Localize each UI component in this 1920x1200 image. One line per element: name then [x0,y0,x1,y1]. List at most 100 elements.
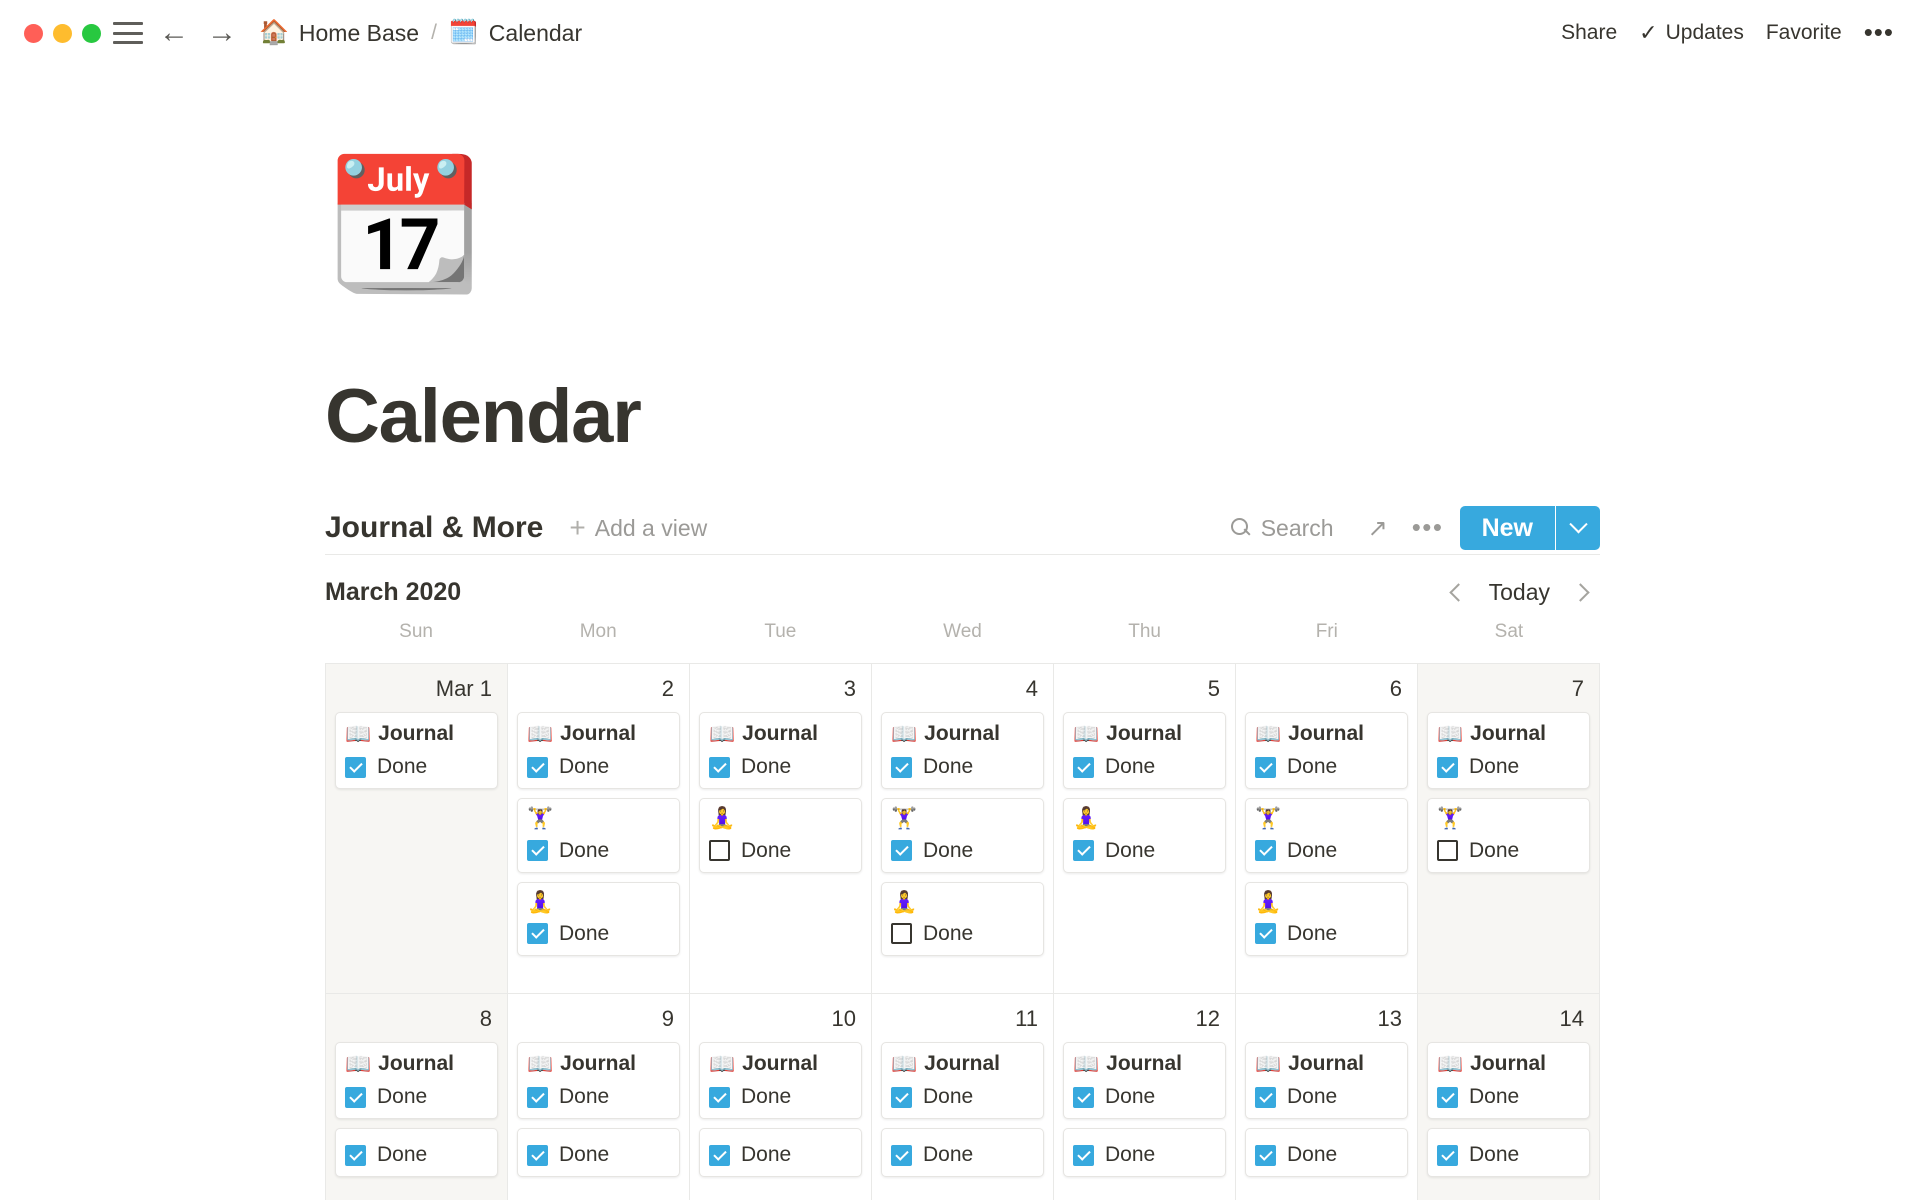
minimize-window-button[interactable] [53,23,72,43]
checkbox-unchecked-icon[interactable] [891,923,912,945]
new-button[interactable]: New [1459,506,1555,550]
more-options-icon[interactable]: ••• [1864,20,1894,45]
calendar-day-cell[interactable]: 8 📖 Journal Done Done [326,994,508,1200]
checkbox-checked-icon[interactable] [1255,1144,1276,1166]
calendar-event-card[interactable]: 📖 Journal Done [335,712,498,790]
checkbox-checked-icon[interactable] [1073,1144,1094,1166]
checkbox-checked-icon[interactable] [891,840,912,862]
checkbox-checked-icon[interactable] [345,756,366,778]
add-view-button[interactable]: + Add a view [569,514,707,542]
checkbox-checked-icon[interactable] [345,1144,366,1166]
search-button[interactable]: Search [1230,515,1334,542]
calendar-day-cell[interactable]: 3 📖 Journal Done 🧘‍♀️ Done [690,664,872,994]
calendar-day-cell[interactable]: 2 📖 Journal Done 🏋️‍♀️ Done 🧘‍♀️ Done [508,664,690,994]
calendar-event-card[interactable]: 🧘‍♀️ Done [1245,881,1408,956]
checkbox-checked-icon[interactable] [1437,756,1458,778]
calendar-event-card[interactable]: Done [1245,1128,1408,1178]
view-more-options-icon[interactable]: ••• [1406,508,1450,548]
close-window-button[interactable] [24,23,43,43]
calendar-day-cell[interactable]: 4 📖 Journal Done 🏋️‍♀️ Done 🧘‍♀️ Done [872,664,1054,994]
checkbox-checked-icon[interactable] [1073,840,1094,862]
calendar-day-cell[interactable]: 11 📖 Journal Done Done [872,994,1054,1200]
event-title: 🧘‍♀️ [709,806,852,831]
calendar-event-card[interactable]: 🏋️‍♀️ Done [1245,798,1408,873]
share-button[interactable]: Share [1561,21,1617,45]
done-label: Done [1469,1085,1520,1109]
calendar-event-card[interactable]: 📖 Journal Done [335,1042,498,1120]
checkbox-checked-icon[interactable] [891,1144,912,1166]
checkbox-checked-icon[interactable] [1255,923,1276,945]
checkbox-checked-icon[interactable] [527,1144,548,1166]
calendar-event-card[interactable]: 📖 Journal Done [881,712,1044,790]
calendar-event-card[interactable]: 🧘‍♀️ Done [881,881,1044,956]
calendar-event-card[interactable]: 📖 Journal Done [699,712,862,790]
checkbox-checked-icon[interactable] [1437,1086,1458,1108]
checkbox-checked-icon[interactable] [527,756,548,778]
checkbox-checked-icon[interactable] [891,1086,912,1108]
maximize-window-button[interactable] [82,23,101,43]
calendar-event-card[interactable]: Done [699,1128,862,1178]
calendar-day-cell[interactable]: Mar 1 📖 Journal Done [326,664,508,994]
checkbox-checked-icon[interactable] [1255,840,1276,862]
active-view-tab[interactable]: Journal & More [325,511,543,545]
checkbox-checked-icon[interactable] [709,756,730,778]
page-icon[interactable]: 📆 [325,161,484,311]
calendar-day-cell[interactable]: 12 📖 Journal Done Done [1054,994,1236,1200]
checkbox-checked-icon[interactable] [345,1086,366,1108]
expand-icon[interactable]: ↗ [1356,508,1400,548]
favorite-button[interactable]: Favorite [1766,21,1842,45]
calendar-event-card[interactable]: 📖 Journal Done [1427,1042,1590,1120]
calendar-event-card[interactable]: 📖 Journal Done [1245,1042,1408,1120]
calendar-event-card[interactable]: Done [881,1128,1044,1178]
today-button[interactable]: Today [1479,579,1560,606]
previous-month-icon[interactable] [1439,572,1479,612]
calendar-event-card[interactable]: 🧘‍♀️ Done [699,798,862,873]
calendar-day-cell[interactable]: 14 📖 Journal Done Done [1418,994,1600,1200]
calendar-event-card[interactable]: Done [517,1128,680,1178]
breadcrumb-item-calendar[interactable]: Calendar [489,20,582,47]
checkbox-checked-icon[interactable] [709,1086,730,1108]
calendar-event-card[interactable]: Done [1063,1128,1226,1178]
checkbox-unchecked-icon[interactable] [709,840,730,862]
checkbox-checked-icon[interactable] [527,840,548,862]
checkbox-checked-icon[interactable] [527,1086,548,1108]
calendar-event-card[interactable]: 📖 Journal Done [1063,712,1226,790]
checkbox-checked-icon[interactable] [1437,1144,1458,1166]
calendar-event-card[interactable]: 📖 Journal Done [517,712,680,790]
updates-button[interactable]: ✓ Updates [1639,20,1744,46]
calendar-day-cell[interactable]: 9 📖 Journal Done Done [508,994,690,1200]
checkbox-checked-icon[interactable] [1255,1086,1276,1108]
calendar-event-card[interactable]: 🏋️‍♀️ Done [517,798,680,873]
breadcrumb-item-home-base[interactable]: Home Base [299,20,419,47]
calendar-event-card[interactable]: Done [1427,1128,1590,1178]
checkbox-unchecked-icon[interactable] [1437,840,1458,862]
calendar-event-card[interactable]: 📖 Journal Done [1063,1042,1226,1120]
checkbox-checked-icon[interactable] [527,923,548,945]
calendar-event-card[interactable]: 🏋️‍♀️ Done [1427,798,1590,873]
calendar-day-cell[interactable]: 7 📖 Journal Done 🏋️‍♀️ Done [1418,664,1600,994]
sidebar-toggle-icon[interactable] [113,22,143,44]
calendar-day-cell[interactable]: 10 📖 Journal Done Done [690,994,872,1200]
calendar-event-card[interactable]: 🏋️‍♀️ Done [881,798,1044,873]
calendar-event-card[interactable]: 📖 Journal Done [1427,712,1590,790]
calendar-event-card[interactable]: 📖 Journal Done [1245,712,1408,790]
checkbox-checked-icon[interactable] [891,756,912,778]
calendar-event-card[interactable]: Done [335,1128,498,1178]
back-arrow-icon[interactable]: ← [157,16,191,50]
calendar-event-card[interactable]: 🧘‍♀️ Done [1063,798,1226,873]
calendar-day-cell[interactable]: 5 📖 Journal Done 🧘‍♀️ Done [1054,664,1236,994]
calendar-event-card[interactable]: 📖 Journal Done [881,1042,1044,1120]
next-month-icon[interactable] [1560,572,1600,612]
checkbox-checked-icon[interactable] [709,1144,730,1166]
calendar-day-cell[interactable]: 6 📖 Journal Done 🏋️‍♀️ Done 🧘‍♀️ Done [1236,664,1418,994]
calendar-day-cell[interactable]: 13 📖 Journal Done Done [1236,994,1418,1200]
forward-arrow-icon[interactable]: → [205,16,239,50]
calendar-event-card[interactable]: 📖 Journal Done [699,1042,862,1120]
checkbox-checked-icon[interactable] [1073,1086,1094,1108]
new-dropdown-button[interactable] [1556,506,1600,550]
checkbox-checked-icon[interactable] [1255,756,1276,778]
calendar-event-card[interactable]: 📖 Journal Done [517,1042,680,1120]
event-done-property: Done [527,839,670,863]
checkbox-checked-icon[interactable] [1073,756,1094,778]
calendar-event-card[interactable]: 🧘‍♀️ Done [517,881,680,956]
